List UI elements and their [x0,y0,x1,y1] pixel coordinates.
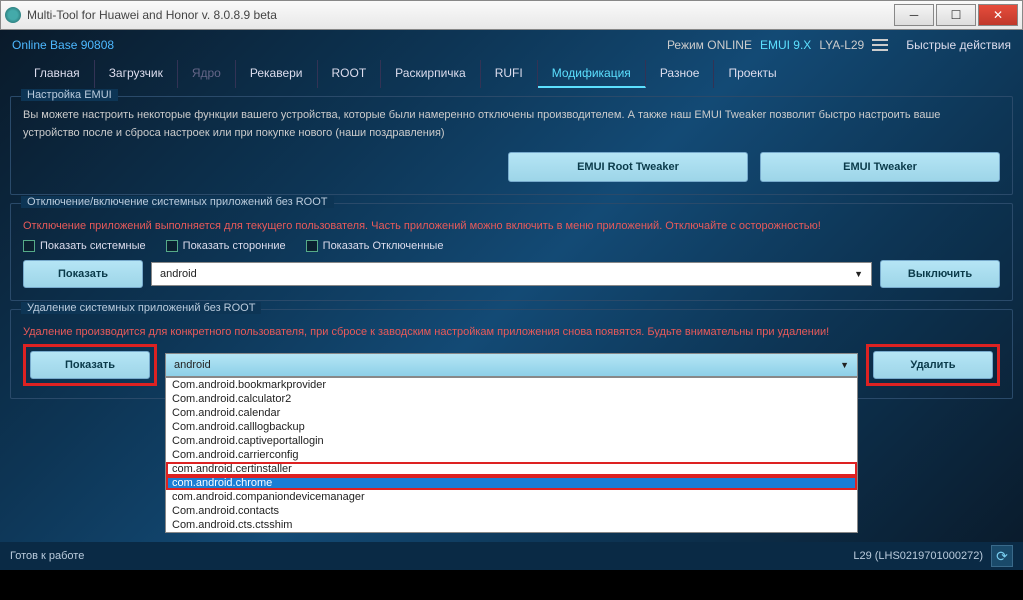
app-body: Online Base 90808 Режим ONLINE EMUI 9.X … [0,30,1023,570]
window-titlebar: Multi-Tool for Huawei and Honor v. 8.0.8… [0,0,1023,30]
tab-разное[interactable]: Разное [646,60,715,88]
show-disabled-checkbox[interactable]: Показать Отключенные [306,240,444,252]
emui-tweaker-button[interactable]: EMUI Tweaker [760,152,1000,182]
tab-рекавери[interactable]: Рекавери [236,60,318,88]
emui-settings-group: Настройка EMUI Вы можете настроить некот… [10,96,1013,195]
device-model: LYA-L29 [819,38,864,52]
disable-apps-group: Отключение/включение системных приложени… [10,203,1013,301]
delete-button[interactable]: Удалить [873,351,993,379]
list-item[interactable]: Com.android.calllogbackup [166,420,857,434]
window-title: Multi-Tool for Huawei and Honor v. 8.0.8… [27,8,894,22]
emui-version: EMUI 9.X [760,38,811,52]
list-item[interactable]: com.android.chrome [166,476,857,490]
refresh-button[interactable]: ⟳ [991,545,1013,567]
checkbox-icon [166,240,178,252]
info-right: Режим ONLINE EMUI 9.X LYA-L29 Быстрые де… [667,38,1011,52]
show-thirdparty-label: Показать сторонние [183,240,286,252]
mode-label: Режим ONLINE [667,38,752,52]
minimize-button[interactable]: ─ [894,4,934,26]
status-text: Готов к работе [10,550,84,562]
tab-bar: ГлавнаяЗагрузчикЯдроРекавериROOTРаскирпи… [0,60,1023,88]
delete-warning: Удаление производится для конкретного по… [23,326,1000,338]
tab-root[interactable]: ROOT [318,60,382,88]
list-item[interactable]: com.android.companiondevicemanager [166,490,857,504]
status-right: L29 (LHS0219701000272) ⟳ [853,545,1013,567]
list-item[interactable]: com.android.certinstaller [166,462,857,476]
list-item[interactable]: Com.android.captiveportallogin [166,434,857,448]
emui-button-row: EMUI Root Tweaker EMUI Tweaker [23,152,1000,182]
delete-app-dropdown[interactable]: android ▼ [165,353,858,377]
disable-warning: Отключение приложений выполняется для те… [23,220,1000,232]
list-item[interactable]: Com.android.bookmarkprovider [166,378,857,392]
disable-show-button[interactable]: Показать [23,260,143,288]
delete-dropdown-container: android ▼ Com.android.bookmarkproviderCo… [165,353,858,377]
highlight-show-button: Показать [23,344,157,386]
tab-ядро[interactable]: Ядро [178,60,236,88]
list-item[interactable]: Com.android.calculator2 [166,392,857,406]
highlight-delete-button: Удалить [866,344,1000,386]
filter-row: Показать системные Показать сторонние По… [23,240,1000,252]
close-button[interactable]: ✕ [978,4,1018,26]
delete-selected-value: android [174,359,211,371]
disable-selected-value: android [160,268,197,280]
emui-group-title: Настройка EMUI [21,89,118,101]
hamburger-icon[interactable] [872,39,888,51]
online-base-link[interactable]: Online Base 90808 [12,38,114,52]
list-item[interactable]: Com.android.cts.ctsshim [166,518,857,532]
disable-off-button[interactable]: Выключить [880,260,1000,288]
show-system-label: Показать системные [40,240,146,252]
checkbox-icon [23,240,35,252]
list-item[interactable]: Com.android.calendar [166,406,857,420]
tab-загрузчик[interactable]: Загрузчик [95,60,178,88]
chevron-down-icon: ▼ [854,269,863,279]
emui-description: Вы можете настроить некоторые функции ва… [23,107,1000,142]
emui-root-tweaker-button[interactable]: EMUI Root Tweaker [508,152,748,182]
delete-action-row: Показать android ▼ Com.android.bookmarkp… [23,344,1000,386]
tab-раскирпичка[interactable]: Раскирпичка [381,60,481,88]
disable-action-row: Показать android ▼ Выключить [23,260,1000,288]
tab-rufi[interactable]: RUFI [481,60,538,88]
disable-group-title: Отключение/включение системных приложени… [21,196,334,208]
chevron-down-icon: ▼ [840,360,849,370]
app-icon [5,7,21,23]
disable-app-dropdown[interactable]: android ▼ [151,262,872,286]
tab-проекты[interactable]: Проекты [714,60,790,88]
delete-apps-group: Удаление системных приложений без ROOT У… [10,309,1013,399]
window-controls: ─ ☐ ✕ [894,4,1018,26]
list-item[interactable]: Com.android.carrierconfig [166,448,857,462]
status-device: L29 (LHS0219701000272) [853,550,983,562]
show-thirdparty-checkbox[interactable]: Показать сторонние [166,240,286,252]
checkbox-icon [306,240,318,252]
delete-dropdown-list: Com.android.bookmarkproviderCom.android.… [165,377,858,533]
info-row: Online Base 90808 Режим ONLINE EMUI 9.X … [0,30,1023,60]
delete-group-title: Удаление системных приложений без ROOT [21,302,261,314]
delete-show-button[interactable]: Показать [30,351,150,379]
tab-модификация[interactable]: Модификация [538,60,646,88]
fast-actions-label[interactable]: Быстрые действия [906,38,1011,52]
maximize-button[interactable]: ☐ [936,4,976,26]
show-system-checkbox[interactable]: Показать системные [23,240,146,252]
tab-главная[interactable]: Главная [20,60,95,88]
list-item[interactable]: Com.android.contacts [166,504,857,518]
status-bar: Готов к работе L29 (LHS0219701000272) ⟳ [0,542,1023,570]
show-disabled-label: Показать Отключенные [323,240,444,252]
